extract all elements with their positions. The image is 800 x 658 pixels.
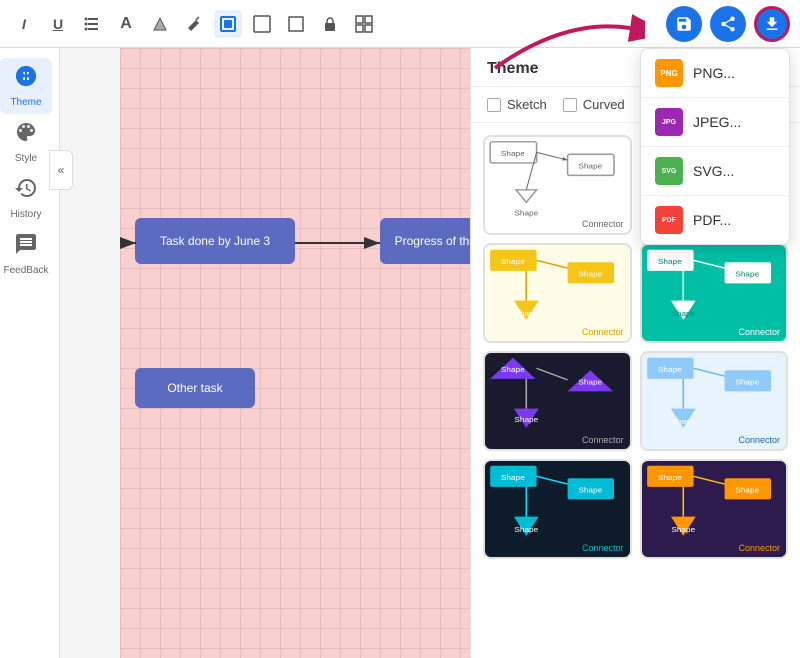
theme-card-dark-label: Connector — [582, 435, 624, 445]
panel-title-text: Theme — [487, 60, 539, 77]
theme-card-yellow[interactable]: Shape Shape Shape Connector — [483, 243, 632, 343]
theme-card-default[interactable]: Shape Shape Shape Connector — [483, 135, 632, 235]
shape-other[interactable]: Other task — [135, 368, 255, 408]
history-label: History — [10, 209, 41, 220]
svg-text:Shape: Shape — [671, 309, 695, 318]
shape-task-label: Task done by June 3 — [160, 234, 270, 248]
toolbar-italic[interactable]: I — [10, 10, 38, 38]
export-jpeg-label: JPEG... — [693, 114, 741, 130]
sketch-option[interactable]: Sketch — [487, 97, 547, 112]
theme-card-navy-label: Connector — [582, 543, 624, 553]
sketch-checkbox[interactable] — [487, 98, 501, 112]
collapse-button[interactable]: « — [49, 150, 73, 190]
theme-card-purple-label: Connector — [738, 543, 780, 553]
sketch-label: Sketch — [507, 97, 547, 112]
export-dropdown: PNG PNG... JPG JPEG... SVG SVG... PDF PD… — [640, 48, 790, 245]
theme-card-navy[interactable]: Shape Shape Shape Connector — [483, 459, 632, 559]
theme-card-teal[interactable]: Shape Shape Shape Connector — [640, 243, 789, 343]
jpeg-icon: JPG — [655, 108, 683, 136]
svg-text:Shape: Shape — [578, 270, 602, 279]
toolbar-pen[interactable] — [180, 10, 208, 38]
theme-card-lightblue[interactable]: Shape Shape Shape Connector — [640, 351, 789, 451]
export-jpeg[interactable]: JPG JPEG... — [641, 98, 789, 147]
shape-other-label: Other task — [167, 381, 222, 395]
curved-checkbox[interactable] — [563, 98, 577, 112]
svg-text:Shape: Shape — [657, 365, 681, 374]
sidebar-item-history[interactable]: History — [0, 170, 52, 226]
theme-card-teal-label: Connector — [738, 327, 780, 337]
toolbar: I U A — [0, 0, 800, 48]
svg-text:Shape: Shape — [735, 486, 759, 495]
export-svg-label: SVG... — [693, 163, 734, 179]
toolbar-zoom[interactable] — [282, 10, 310, 38]
share-button[interactable] — [710, 6, 746, 42]
export-pdf-label: PDF... — [693, 212, 731, 228]
theme-label: Theme — [10, 97, 41, 108]
toolbar-text[interactable]: A — [112, 10, 140, 38]
theme-card-purple[interactable]: Shape Shape Shape Connector — [640, 459, 789, 559]
export-pdf[interactable]: PDF PDF... — [641, 196, 789, 244]
svg-text:Shape: Shape — [501, 365, 525, 374]
sidebar-item-theme[interactable]: Theme — [0, 58, 52, 114]
toolbar-fill[interactable] — [146, 10, 174, 38]
svg-text:Shape: Shape — [578, 486, 602, 495]
svg-text:Shape: Shape — [735, 378, 759, 387]
style-label: Style — [15, 153, 37, 164]
theme-card-dark[interactable]: Shape Shape Shape Connector — [483, 351, 632, 451]
toolbar-grid[interactable] — [350, 10, 378, 38]
curved-option[interactable]: Curved — [563, 97, 625, 112]
history-icon — [14, 176, 38, 206]
export-png-label: PNG... — [693, 65, 735, 81]
toolbar-list[interactable] — [78, 10, 106, 38]
export-button[interactable] — [754, 6, 790, 42]
svg-text:Shape: Shape — [514, 415, 538, 424]
shape-progress[interactable]: Progress of the project — [380, 218, 470, 264]
export-png[interactable]: PNG PNG... — [641, 49, 789, 98]
theme-card-yellow-label: Connector — [582, 327, 624, 337]
svg-text:Shape: Shape — [514, 525, 538, 534]
curved-label: Curved — [583, 97, 625, 112]
theme-card-default-label: Connector — [582, 219, 624, 229]
toolbar-right — [666, 6, 790, 42]
svg-text:Shape: Shape — [578, 162, 602, 171]
canvas[interactable]: Task done by June 3 Progress of the proj… — [120, 48, 470, 658]
svg-text:Shape: Shape — [671, 417, 695, 426]
toolbar-underline[interactable]: U — [44, 10, 72, 38]
save-button[interactable] — [666, 6, 702, 42]
svg-text:Shape: Shape — [514, 309, 538, 318]
svg-text:Shape: Shape — [501, 257, 525, 266]
toolbar-move[interactable] — [248, 10, 276, 38]
svg-text:Shape: Shape — [578, 378, 602, 387]
export-svg[interactable]: SVG SVG... — [641, 147, 789, 196]
svg-text:Shape: Shape — [657, 473, 681, 482]
pdf-icon: PDF — [655, 206, 683, 234]
svg-text:Shape: Shape — [657, 257, 681, 266]
sidebar-item-style[interactable]: Style — [0, 114, 52, 170]
png-icon: PNG — [655, 59, 683, 87]
svg-icon: SVG — [655, 157, 683, 185]
theme-card-lightblue-label: Connector — [738, 435, 780, 445]
theme-icon — [14, 64, 38, 94]
feedback-icon — [14, 232, 38, 262]
svg-text:Shape: Shape — [671, 525, 695, 534]
toolbar-lock[interactable] — [316, 10, 344, 38]
svg-text:Shape: Shape — [501, 473, 525, 482]
svg-text:Shape: Shape — [735, 270, 759, 279]
collapse-icon: « — [58, 163, 65, 177]
shape-progress-label: Progress of the project — [395, 234, 470, 248]
canvas-arrow-left — [120, 233, 140, 253]
svg-text:Shape: Shape — [501, 149, 525, 158]
shape-task[interactable]: Task done by June 3 — [135, 218, 295, 264]
svg-text:Shape: Shape — [514, 209, 538, 218]
toolbar-shape-select[interactable] — [214, 10, 242, 38]
style-icon — [14, 120, 38, 150]
canvas-arrow — [295, 233, 385, 253]
left-sidebar: Theme Style History FeedBack — [0, 48, 60, 658]
sidebar-item-feedback[interactable]: FeedBack — [0, 226, 52, 282]
feedback-label: FeedBack — [3, 265, 48, 276]
